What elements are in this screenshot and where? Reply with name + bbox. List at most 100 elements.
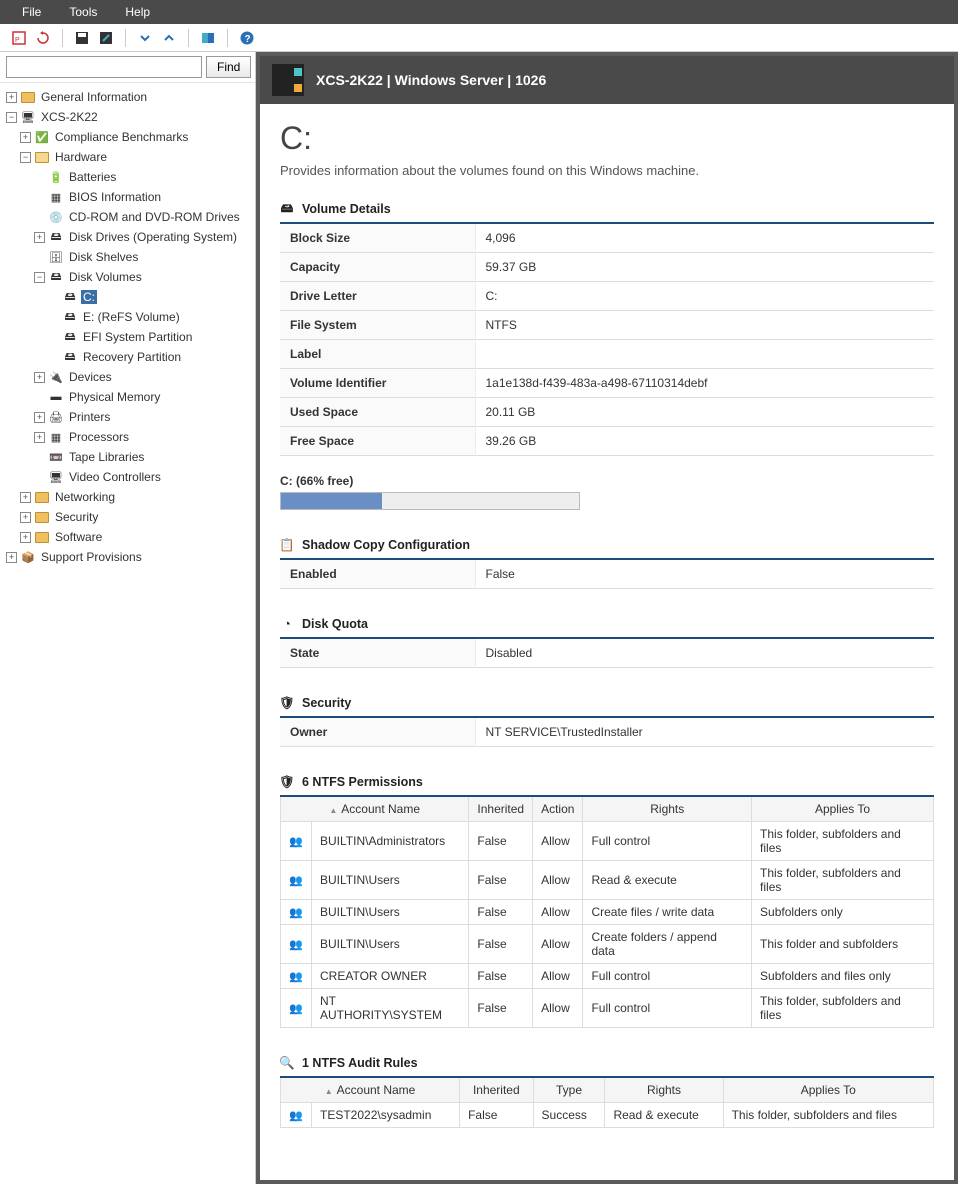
value-block-size: 4,096 <box>475 223 934 253</box>
tree-volume-efi[interactable]: 🖴EFI System Partition <box>6 327 253 347</box>
tree-host[interactable]: −🖥XCS-2K22 <box>6 107 253 127</box>
tree-physmem[interactable]: ▬Physical Memory <box>6 387 253 407</box>
value-used-space: 20.11 GB <box>475 398 934 427</box>
col-account[interactable]: Account Name <box>281 1077 460 1103</box>
cell-applies: This folder, subfolders and files <box>752 822 934 861</box>
cell-inherited: False <box>469 822 533 861</box>
menu-bar: File Tools Help <box>0 0 958 24</box>
cell-rights: Full control <box>583 989 752 1028</box>
tree-tape[interactable]: 📼Tape Libraries <box>6 447 253 467</box>
save-icon[interactable] <box>73 29 91 47</box>
content-area: XCS-2K22 | Windows Server | 1026 C: Prov… <box>256 52 958 1184</box>
tree-video[interactable]: 🖥Video Controllers <box>6 467 253 487</box>
usage-fill <box>281 493 382 509</box>
tree-networking[interactable]: +Networking <box>6 487 253 507</box>
tree-software[interactable]: +Software <box>6 527 253 547</box>
tree-hardware[interactable]: −Hardware <box>6 147 253 167</box>
cell-account: TEST2022\sysadmin <box>312 1103 460 1128</box>
value-shadow-enabled: False <box>475 559 934 589</box>
label-file-system: File System <box>280 311 475 340</box>
col-type[interactable]: Type <box>533 1077 605 1103</box>
user-icon <box>281 822 312 861</box>
chevron-down-icon[interactable] <box>136 29 154 47</box>
tree-security[interactable]: +Security <box>6 507 253 527</box>
col-rights[interactable]: Rights <box>583 796 752 822</box>
menu-tools[interactable]: Tools <box>55 5 111 19</box>
tree-compliance[interactable]: +✅Compliance Benchmarks <box>6 127 253 147</box>
cell-rights: Read & execute <box>583 861 752 900</box>
tree-printers[interactable]: +🖨Printers <box>6 407 253 427</box>
col-inherited[interactable]: Inherited <box>469 796 533 822</box>
table-row[interactable]: BUILTIN\UsersFalseAllowCreate files / wr… <box>281 900 934 925</box>
help-icon[interactable]: ? <box>238 29 256 47</box>
table-row[interactable]: CREATOR OWNERFalseAllowFull controlSubfo… <box>281 964 934 989</box>
tree-support[interactable]: +📦Support Provisions <box>6 547 253 567</box>
chevron-up-icon[interactable] <box>160 29 178 47</box>
cell-action: Allow <box>533 925 583 964</box>
tree-general[interactable]: +General Information <box>6 87 253 107</box>
tree-batteries[interactable]: 🔋Batteries <box>6 167 253 187</box>
find-button[interactable]: Find <box>206 56 251 78</box>
tree-volume-recovery[interactable]: 🖴Recovery Partition <box>6 347 253 367</box>
col-rights[interactable]: Rights <box>605 1077 723 1103</box>
toolbar-separator <box>227 29 228 47</box>
col-applies[interactable]: Applies To <box>752 796 934 822</box>
chip-icon: ▦ <box>48 190 64 204</box>
value-volume-id: 1a1e138d-f439-483a-a498-67110314debf <box>475 369 934 398</box>
table-row[interactable]: TEST2022\sysadminFalseSuccessRead & exec… <box>281 1103 934 1128</box>
menu-help[interactable]: Help <box>111 5 164 19</box>
table-row[interactable]: NT AUTHORITY\SYSTEMFalseAllowFull contro… <box>281 989 934 1028</box>
toolbar-separator <box>125 29 126 47</box>
shield-icon: 🛡 <box>280 696 294 710</box>
quota-table: StateDisabled <box>280 637 934 668</box>
tree-volume-e[interactable]: 🖴E: (ReFS Volume) <box>6 307 253 327</box>
tree-devices[interactable]: +🔌Devices <box>6 367 253 387</box>
cell-account: NT AUTHORITY\SYSTEM <box>312 989 469 1028</box>
tree-diskdrives[interactable]: +🖴Disk Drives (Operating System) <box>6 227 253 247</box>
pdf-icon[interactable]: P <box>10 29 28 47</box>
drive-icon: 🖴 <box>62 290 78 304</box>
table-header-row: Account Name Inherited Action Rights App… <box>281 796 934 822</box>
edit-icon[interactable] <box>97 29 115 47</box>
col-applies[interactable]: Applies To <box>723 1077 933 1103</box>
col-action[interactable]: Action <box>533 796 583 822</box>
drive-icon: 🖴 <box>62 310 78 324</box>
compare-icon[interactable] <box>199 29 217 47</box>
section-shadow: 📋 Shadow Copy Configuration <box>280 532 934 558</box>
cell-type: Success <box>533 1103 605 1128</box>
table-row[interactable]: BUILTIN\UsersFalseAllowRead & executeThi… <box>281 861 934 900</box>
sidebar: Find +General Information −🖥XCS-2K22 +✅C… <box>0 52 256 1184</box>
label-shadow-enabled: Enabled <box>280 559 475 589</box>
tree-volume-c[interactable]: 🖴C: <box>6 287 253 307</box>
refresh-icon[interactable] <box>34 29 52 47</box>
menu-file[interactable]: File <box>8 5 55 19</box>
search-input[interactable] <box>6 56 202 78</box>
tree-processors[interactable]: +▦Processors <box>6 427 253 447</box>
user-icon <box>281 964 312 989</box>
section-quota: ◔ Disk Quota <box>280 611 934 637</box>
tree-volumes[interactable]: −🖴Disk Volumes <box>6 267 253 287</box>
cell-action: Allow <box>533 964 583 989</box>
table-row[interactable]: BUILTIN\UsersFalseAllowCreate folders / … <box>281 925 934 964</box>
toolbar: P ? <box>0 24 958 52</box>
user-icon <box>281 900 312 925</box>
cell-inherited: False <box>469 925 533 964</box>
audit-table: Account Name Inherited Type Rights Appli… <box>280 1076 934 1128</box>
cell-rights: Full control <box>583 964 752 989</box>
label-quota-state: State <box>280 638 475 668</box>
user-icon <box>281 925 312 964</box>
tape-icon: 📼 <box>48 450 64 464</box>
tree-bios[interactable]: ▦BIOS Information <box>6 187 253 207</box>
cell-rights: Create folders / append data <box>583 925 752 964</box>
user-icon <box>281 989 312 1028</box>
value-label <box>475 340 934 369</box>
col-account[interactable]: Account Name <box>281 796 469 822</box>
toolbar-separator <box>188 29 189 47</box>
tree-shelves[interactable]: 🗄Disk Shelves <box>6 247 253 267</box>
table-row[interactable]: BUILTIN\AdministratorsFalseAllowFull con… <box>281 822 934 861</box>
tree-cdrom[interactable]: 💿CD-ROM and DVD-ROM Drives <box>6 207 253 227</box>
col-inherited[interactable]: Inherited <box>460 1077 533 1103</box>
user-icon <box>281 1103 312 1128</box>
user-icon <box>281 861 312 900</box>
label-capacity: Capacity <box>280 253 475 282</box>
